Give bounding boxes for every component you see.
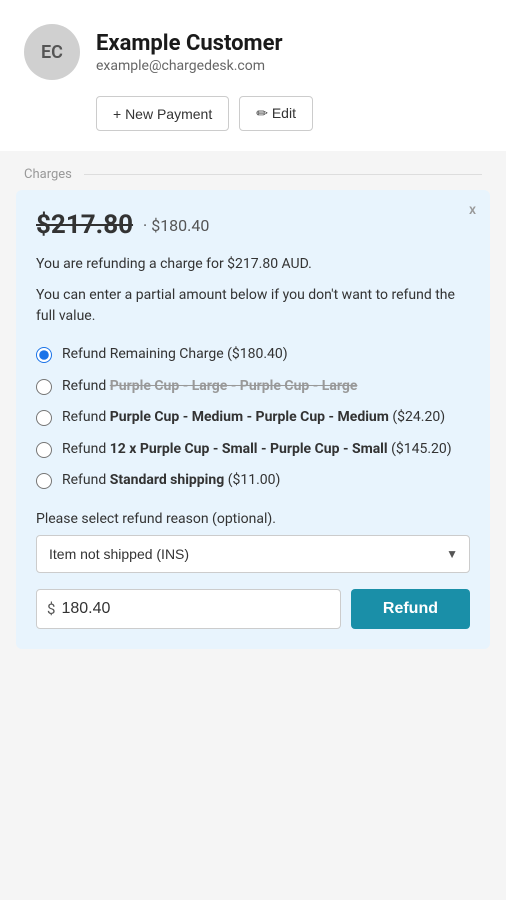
- refund-button[interactable]: Refund: [351, 589, 470, 629]
- radio-label-3: Refund Purple Cup - Medium - Purple Cup …: [62, 408, 445, 428]
- radio-label-5: Refund Standard shipping ($11.00): [62, 471, 280, 491]
- radio-group: Refund Remaining Charge ($180.40) Refund…: [36, 345, 470, 491]
- header: EC Example Customer example@chargedesk.c…: [0, 0, 506, 151]
- radio-input-5[interactable]: [36, 473, 52, 489]
- avatar: EC: [24, 24, 80, 80]
- header-top: EC Example Customer example@chargedesk.c…: [24, 24, 283, 80]
- refund-reason-wrapper: Item not shipped (INS) Duplicate (DUP) F…: [36, 535, 470, 573]
- select-label: Please select refund reason (optional).: [36, 511, 470, 527]
- current-price: · $180.40: [143, 216, 209, 235]
- refund-card: x $217.80 · $180.40 You are refunding a …: [16, 190, 490, 649]
- customer-name: Example Customer: [96, 31, 283, 56]
- radio-option-4[interactable]: Refund 12 x Purple Cup - Small - Purple …: [36, 440, 470, 460]
- amount-input-wrapper: $: [36, 589, 341, 629]
- customer-info: Example Customer example@chargedesk.com: [96, 31, 283, 74]
- customer-email: example@chargedesk.com: [96, 58, 283, 74]
- amount-input[interactable]: [61, 590, 329, 628]
- header-actions: + New Payment ✏ Edit: [96, 96, 313, 131]
- radio-label-2: Refund Purple Cup - Large - Purple Cup -…: [62, 377, 357, 397]
- amount-row: $ Refund: [36, 589, 470, 629]
- radio-input-2[interactable]: [36, 379, 52, 395]
- charges-section-label: Charges: [0, 151, 506, 190]
- radio-option-5[interactable]: Refund Standard shipping ($11.00): [36, 471, 470, 491]
- price-row: $217.80 · $180.40: [36, 210, 470, 240]
- radio-input-1[interactable]: [36, 347, 52, 363]
- radio-input-4[interactable]: [36, 442, 52, 458]
- strikethrough-text: Purple Cup - Large - Purple Cup - Large: [110, 378, 358, 394]
- radio-option-1[interactable]: Refund Remaining Charge ($180.40): [36, 345, 470, 365]
- radio-option-3[interactable]: Refund Purple Cup - Medium - Purple Cup …: [36, 408, 470, 428]
- currency-symbol: $: [47, 600, 55, 618]
- refund-description: You are refunding a charge for $217.80 A…: [36, 254, 470, 275]
- close-button[interactable]: x: [469, 202, 476, 218]
- refund-description-note: You can enter a partial amount below if …: [36, 285, 470, 327]
- refund-reason-select[interactable]: Item not shipped (INS) Duplicate (DUP) F…: [36, 535, 470, 573]
- radio-input-3[interactable]: [36, 410, 52, 426]
- edit-button[interactable]: ✏ Edit: [239, 96, 313, 131]
- radio-label-1: Refund Remaining Charge ($180.40): [62, 345, 288, 365]
- new-payment-button[interactable]: + New Payment: [96, 96, 229, 131]
- original-price: $217.80: [36, 210, 133, 240]
- radio-option-2[interactable]: Refund Purple Cup - Large - Purple Cup -…: [36, 377, 470, 397]
- radio-label-4: Refund 12 x Purple Cup - Small - Purple …: [62, 440, 452, 460]
